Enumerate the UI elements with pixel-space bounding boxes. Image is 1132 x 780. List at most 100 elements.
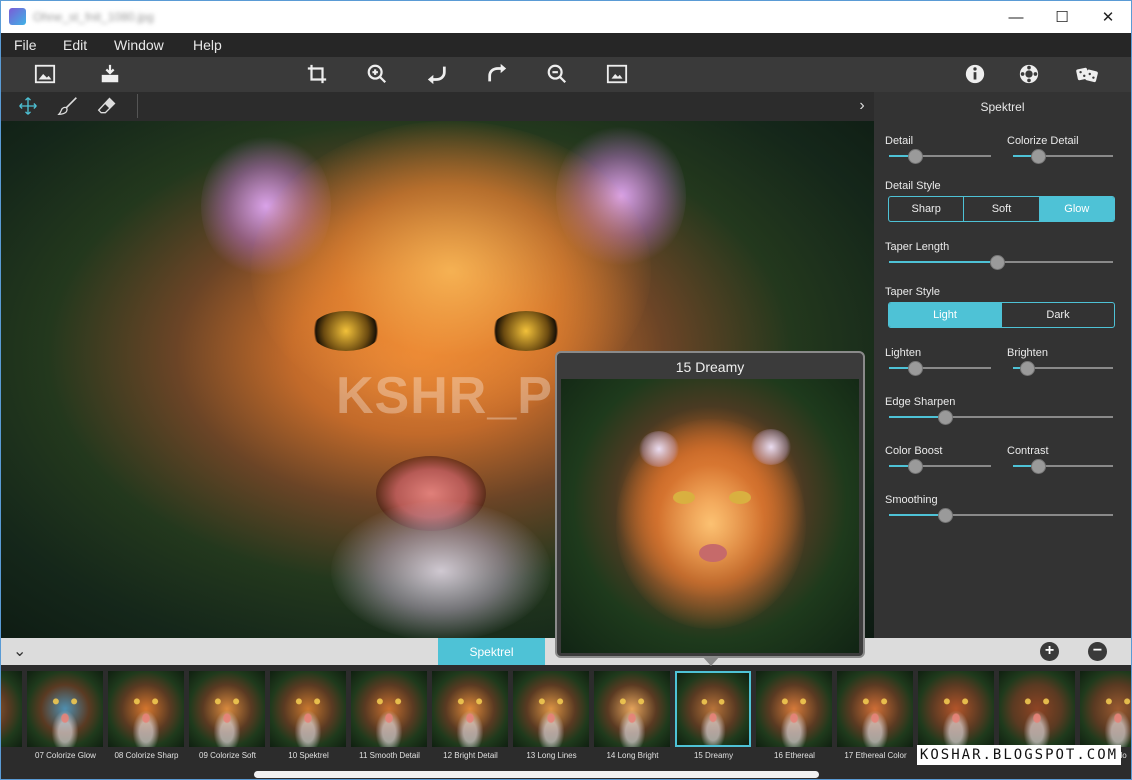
preset-label: 08 Colorize Sharp — [114, 751, 179, 760]
detail-label: Detail — [885, 135, 914, 147]
color-boost-slider[interactable] — [889, 459, 991, 474]
minimize-button[interactable]: — — [993, 1, 1039, 33]
preset-label: 15 Dreamy — [693, 751, 734, 760]
document-title: Ohne_st_fnit_1080.jpg — [33, 10, 154, 24]
chevron-down-icon[interactable]: ⌄ — [13, 641, 26, 661]
smoothing-slider[interactable] — [889, 508, 1113, 523]
preset-scrollbar[interactable] — [254, 771, 819, 778]
preset-label: 07 Colorize Glow — [35, 751, 96, 760]
random-dice-icon[interactable] — [1073, 61, 1101, 87]
remove-preset-button[interactable]: − — [1088, 642, 1107, 661]
menu-help[interactable]: Help — [193, 37, 222, 53]
slider-knob[interactable] — [990, 255, 1005, 270]
app-logo-icon — [9, 8, 26, 25]
preset-thumbnail[interactable] — [270, 671, 346, 747]
preset-thumbnail[interactable] — [189, 671, 265, 747]
preset-thumbnail[interactable] — [351, 671, 427, 747]
preset-label: 14 Long Bright — [606, 751, 659, 760]
preset-thumbnail[interactable] — [432, 671, 508, 747]
slider-knob[interactable] — [938, 508, 953, 523]
slider-knob[interactable] — [908, 361, 923, 376]
redo-icon[interactable] — [483, 61, 511, 87]
detail-style-option-glow[interactable]: Glow — [1039, 197, 1114, 221]
open-image-icon[interactable] — [31, 61, 59, 87]
site-credit: KOSHAR.BLOGSPOT.COM — [917, 745, 1121, 765]
tool-row — [1, 92, 874, 121]
slider-knob[interactable] — [1031, 149, 1046, 164]
contrast-slider[interactable] — [1013, 459, 1113, 474]
app-window: Ohne_st_fnit_1080.jpg — ☐ ✕ File Edit Wi… — [0, 0, 1132, 780]
add-preset-button[interactable]: + — [1040, 642, 1059, 661]
preview-title: 15 Dreamy — [675, 359, 745, 375]
smoothing-label: Smoothing — [885, 494, 938, 506]
zoom-out-icon[interactable] — [543, 61, 571, 87]
tiger-eye-left — [311, 311, 381, 351]
preset-label: 17 Ethereal Color — [844, 751, 907, 760]
toolbar-divider — [137, 94, 138, 118]
detail-style-option-soft[interactable]: Soft — [964, 197, 1040, 221]
taper-style-option-dark[interactable]: Dark — [1002, 303, 1114, 327]
menu-file[interactable]: File — [14, 37, 37, 53]
move-tool-icon[interactable] — [16, 95, 40, 117]
zoom-in-icon[interactable] — [363, 61, 391, 87]
taper-style-selector: Light Dark — [888, 302, 1115, 328]
menu-edit[interactable]: Edit — [63, 37, 87, 53]
preset-category-tab[interactable]: Spektrel — [438, 638, 545, 665]
save-image-icon[interactable] — [96, 61, 124, 87]
slider-knob[interactable] — [938, 410, 953, 425]
preset-label: 10 Spektrel — [288, 751, 329, 760]
toolbar — [1, 57, 1131, 92]
preset-thumbnail[interactable] — [594, 671, 670, 747]
preset-label: 13 Long Lines — [526, 751, 577, 760]
detail-style-option-sharp[interactable]: Sharp — [889, 197, 965, 221]
preset-thumbnail[interactable] — [27, 671, 103, 747]
preview-image — [561, 379, 859, 653]
taper-length-slider[interactable] — [889, 255, 1113, 270]
preset-thumbnail[interactable] — [1, 671, 22, 747]
preset-thumbnail[interactable] — [756, 671, 832, 747]
panel-title: Spektrel — [980, 100, 1025, 114]
taper-style-option-light[interactable]: Light — [889, 303, 1002, 327]
lighten-label: Lighten — [885, 347, 922, 359]
chevron-right-icon[interactable]: › — [853, 95, 871, 117]
crop-icon[interactable] — [303, 61, 331, 87]
popup-pointer — [702, 656, 720, 666]
detail-slider[interactable] — [889, 149, 991, 164]
settings-icon[interactable] — [1015, 61, 1043, 87]
slider-knob[interactable] — [1031, 459, 1046, 474]
menu-bar: File Edit Window Help — [1, 33, 1131, 57]
preset-thumbnail[interactable] — [675, 671, 751, 747]
brush-tool-icon[interactable] — [56, 95, 80, 117]
slider-knob[interactable] — [908, 459, 923, 474]
preset-preview-popup: 15 Dreamy — [555, 351, 865, 666]
maximize-button[interactable]: ☐ — [1039, 1, 1085, 33]
taper-style-label: Taper Style — [885, 286, 941, 298]
preset-label: 09 Colorize Soft — [199, 751, 256, 760]
edge-sharpen-slider[interactable] — [889, 410, 1113, 425]
preset-thumbnail[interactable] — [1080, 671, 1131, 747]
preset-thumbnail[interactable] — [999, 671, 1075, 747]
preset-thumbnail[interactable] — [918, 671, 994, 747]
menu-window[interactable]: Window — [114, 37, 164, 53]
brighten-slider[interactable] — [1013, 361, 1113, 376]
close-button[interactable]: ✕ — [1085, 1, 1131, 33]
colorize-detail-slider[interactable] — [1013, 149, 1113, 164]
tiger-chin — [331, 501, 551, 638]
slider-knob[interactable] — [1020, 361, 1035, 376]
preset-thumbnail[interactable] — [837, 671, 913, 747]
info-icon[interactable] — [961, 61, 989, 87]
lighten-slider[interactable] — [889, 361, 991, 376]
preset-label: 11 Smooth Detail — [359, 751, 420, 760]
taper-length-label: Taper Length — [885, 241, 950, 253]
eraser-tool-icon[interactable] — [95, 95, 119, 117]
preset-thumbnail[interactable] — [108, 671, 184, 747]
color-boost-label: Color Boost — [885, 445, 943, 457]
fit-image-icon[interactable] — [603, 61, 631, 87]
slider-knob[interactable] — [908, 149, 923, 164]
brighten-label: Brighten — [1007, 347, 1048, 359]
detail-style-label: Detail Style — [885, 180, 941, 192]
preset-thumbnail[interactable] — [513, 671, 589, 747]
spektrel-settings-panel: Detail Colorize Detail Detail Style Shar… — [874, 121, 1131, 638]
undo-icon[interactable] — [423, 61, 451, 87]
preset-label: 12 Bright Detail — [443, 751, 498, 760]
